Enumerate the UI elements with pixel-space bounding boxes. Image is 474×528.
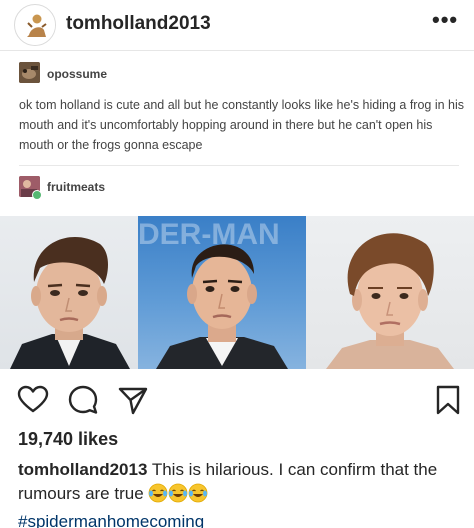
heart-icon[interactable] xyxy=(17,384,49,416)
photo-1 xyxy=(0,216,138,369)
backdrop-text: DER-MAN xyxy=(138,218,280,251)
bookmark-icon[interactable] xyxy=(432,384,464,416)
reblog-divider xyxy=(19,165,459,166)
header-username[interactable]: tomholland2013 xyxy=(66,13,211,35)
face-with-tears-of-joy-icon xyxy=(168,483,188,510)
share-icon[interactable] xyxy=(117,384,149,416)
face-with-tears-of-joy-icon xyxy=(148,483,168,510)
photo-3 xyxy=(306,216,474,369)
post-header: tomholland2013 ••• xyxy=(0,0,474,50)
divider xyxy=(0,50,474,51)
more-options-icon[interactable]: ••• xyxy=(432,9,458,31)
op-post-text: ok tom holland is cute and all but he co… xyxy=(19,98,465,152)
reblog-username: fruitmeats xyxy=(47,180,106,194)
face-with-tears-of-joy-icon xyxy=(188,483,208,510)
photo-strip: DER-MAN xyxy=(0,216,474,369)
opossume-avatar xyxy=(19,62,40,83)
follow-badge-icon xyxy=(32,190,42,200)
post-caption: tomholland2013 This is hilarious. I can … xyxy=(18,458,468,528)
caption-username[interactable]: tomholland2013 xyxy=(18,460,147,479)
op-username: opossume xyxy=(47,67,108,81)
hashtag-link[interactable]: #spidermanhomecoming xyxy=(18,512,204,528)
photo-2: DER-MAN xyxy=(138,216,306,369)
action-bar xyxy=(0,378,474,422)
likes-count[interactable]: 19,740 likes xyxy=(18,429,118,450)
comment-icon[interactable] xyxy=(67,384,99,416)
profile-avatar[interactable] xyxy=(14,4,56,46)
